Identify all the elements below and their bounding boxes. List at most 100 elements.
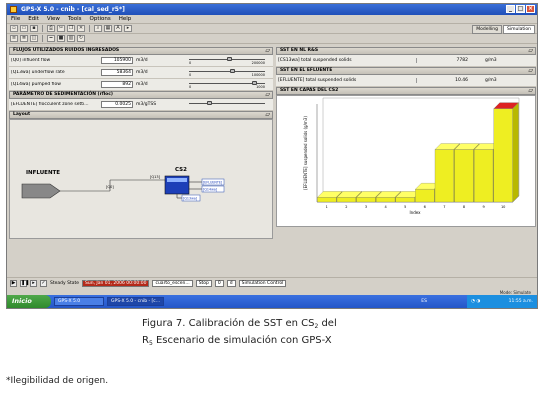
sed-panel: [EFLUENTE] flocculent zone setti... 0.002… (9, 99, 273, 111)
slider-thumb[interactable] (206, 101, 212, 105)
flow-slider[interactable]: 0 100000 (187, 69, 267, 77)
panel-menu-icon[interactable]: ▱ (265, 92, 270, 98)
text-icon[interactable]: A (114, 25, 122, 32)
flows-panel: [Q0] influent flow 105900 m3/d 0 200000 [Q13w… (9, 55, 273, 91)
menu-file[interactable]: File (11, 16, 20, 22)
layout-panel-header: Layout ▱ (9, 111, 273, 119)
chart-panel-title: SST EN CAPAS DEL CS2 (280, 88, 339, 93)
sed-panel-title: PARÁMETRO DE SEDIMENTACIÓN (rfloc) (13, 92, 113, 97)
rotate-icon[interactable]: ↻ (77, 35, 85, 42)
menu-help[interactable]: Help (119, 16, 132, 22)
zoom-icon[interactable]: ⌕ (94, 25, 102, 32)
toolbar-1: ▫ ▭ ▪ ⎙ ✂ ❐ ✕ ⌕ ▦ A ▸ Modelling Simulati… (7, 24, 537, 34)
panel-menu-icon[interactable]: ▱ (528, 48, 533, 54)
print-icon[interactable]: ⎙ (47, 25, 55, 32)
caption-text-1a: Figura 7. Calibración de SST en CS (142, 318, 315, 329)
bar-7[interactable] (434, 149, 454, 203)
gps-x-window: GPS-X 5.0 - cnib - [cal_sed_r5*] _ □ × F… (6, 3, 538, 309)
sed-panel-header: PARÁMETRO DE SEDIMENTACIÓN (rfloc) ▱ (9, 91, 273, 99)
slider-thumb[interactable] (230, 69, 236, 73)
fill-icon[interactable]: ■ (57, 35, 65, 42)
flow-slider[interactable]: 0 1000 (187, 81, 267, 89)
maximize-button[interactable]: □ (516, 5, 525, 13)
pumped-label: [Q14wa] (203, 188, 217, 192)
layer-icon[interactable]: ◫ (30, 35, 38, 42)
panel-menu-icon[interactable]: ▱ (265, 48, 270, 54)
title-bar: GPS-X 5.0 - cnib - [cal_sed_r5*] _ □ × (7, 4, 537, 15)
bar-8[interactable] (454, 149, 474, 203)
pause-icon[interactable]: ❚❚ (20, 280, 29, 287)
simulation-bar: ▶ ❚❚ ▸ ✓ Steady State Sun, Jan 01, 2006 … (7, 277, 537, 289)
taskbar-item-gpsx-window[interactable]: GPS-X 5.0 - cnib - [c... (107, 297, 165, 306)
flow-value-input[interactable]: 105900 (101, 57, 133, 64)
bar-5[interactable] (395, 197, 415, 203)
caption-line-2: R5 Escenario de simulación con GPS-X (142, 334, 402, 351)
app-icon (10, 6, 17, 13)
simulation-control-button[interactable]: Simulation Control (238, 280, 287, 287)
bar-9[interactable] (474, 149, 494, 203)
influent-arrow-icon[interactable] (21, 183, 61, 199)
cut-icon[interactable]: ✂ (57, 25, 65, 32)
flow-value-input[interactable]: 892 (101, 81, 133, 88)
grid-icon[interactable]: ▦ (104, 25, 112, 32)
align-center-icon[interactable]: ≣ (20, 35, 28, 42)
menu-edit[interactable]: Edit (28, 16, 39, 22)
step-icon[interactable]: ▸ (30, 280, 37, 287)
delete-icon[interactable]: ✕ (77, 25, 85, 32)
layout-canvas[interactable]: INFLUENTE [Q0] [Q13] CS2 [EFLUENTE] [Q14… (9, 119, 273, 239)
save-icon[interactable]: ▪ (30, 25, 38, 32)
sst-nl-panel-title: SST EN NL R&S (280, 48, 319, 53)
chart-panel-header: SST EN CAPAS DEL CS2 ▱ (276, 87, 536, 95)
taskbar-item-gpsx[interactable]: GPS-X 5.0 (54, 297, 104, 306)
open-folder-icon[interactable]: ▭ (20, 25, 28, 32)
tab-simulation[interactable]: Simulation (503, 25, 535, 34)
time-unit-select[interactable]: d (226, 280, 236, 287)
bar-2[interactable] (336, 197, 356, 203)
minimize-button[interactable]: _ (506, 5, 515, 13)
slider-max: 200000 (251, 61, 265, 65)
chart-icon[interactable]: ▥ (67, 35, 75, 42)
panel-menu-icon[interactable]: ▱ (528, 88, 533, 94)
align-left-icon[interactable]: ≡ (10, 35, 18, 42)
x-tick-label-6: 6 (424, 205, 426, 209)
bar-4[interactable] (376, 197, 396, 203)
bar-6[interactable] (415, 189, 435, 203)
time-input[interactable]: 0 (214, 280, 224, 287)
new-file-icon[interactable]: ▫ (10, 25, 18, 32)
x-tick-label-8: 8 (463, 205, 465, 209)
language-indicator[interactable]: ES (421, 295, 427, 308)
bar-10[interactable] (493, 108, 513, 203)
close-button[interactable]: × (526, 5, 535, 13)
menu-options[interactable]: Options (90, 16, 111, 22)
tab-modelling[interactable]: Modelling (472, 25, 503, 34)
x-tick-label-3: 3 (365, 205, 367, 209)
slider-min: 0 (189, 61, 192, 65)
copy-icon[interactable]: ❐ (67, 25, 75, 32)
flow-value-input[interactable]: 58364 (101, 69, 133, 76)
sed-value-input[interactable]: 0.0025 (101, 101, 133, 108)
panel-menu-icon[interactable]: ▱ (528, 68, 533, 74)
bar-1[interactable] (317, 197, 337, 203)
menu-view[interactable]: View (47, 16, 60, 22)
panel-menu-icon[interactable]: ▱ (265, 112, 270, 118)
play-icon[interactable]: ▶ (10, 280, 17, 287)
clarifier-top-icon (167, 178, 187, 182)
tray-icons[interactable]: ◔ ◑ (471, 295, 480, 308)
slider-thumb[interactable] (226, 57, 232, 61)
arrow-icon[interactable]: ▸ (124, 25, 132, 32)
caption-text-1b: del (318, 318, 337, 329)
line-style-icon[interactable]: ━ (47, 35, 55, 42)
start-button[interactable]: Inicio (7, 295, 51, 308)
stop-select[interactable]: Stop (195, 280, 212, 287)
profile-select[interactable]: cuarto_escen... (152, 280, 193, 287)
sst-nl-row: [CS13wa] total suspended solids 7782 g/m… (276, 55, 536, 67)
flows-panel-title: FLUJOS UTILIZADOS RUIDOS INGRESADOS (13, 48, 120, 53)
caption-text-2a: R (142, 335, 149, 346)
flow-slider[interactable]: 0 200000 (187, 57, 267, 65)
checkbox-steady-state[interactable]: ✓ (40, 280, 47, 287)
bar-3[interactable] (356, 197, 376, 203)
sed-slider[interactable] (187, 101, 267, 109)
flow-row: [Q0] influent flow 105900 m3/d 0 200000 (9, 55, 273, 67)
flow-unit: m3/d (136, 58, 148, 63)
menu-tools[interactable]: Tools (68, 16, 82, 22)
